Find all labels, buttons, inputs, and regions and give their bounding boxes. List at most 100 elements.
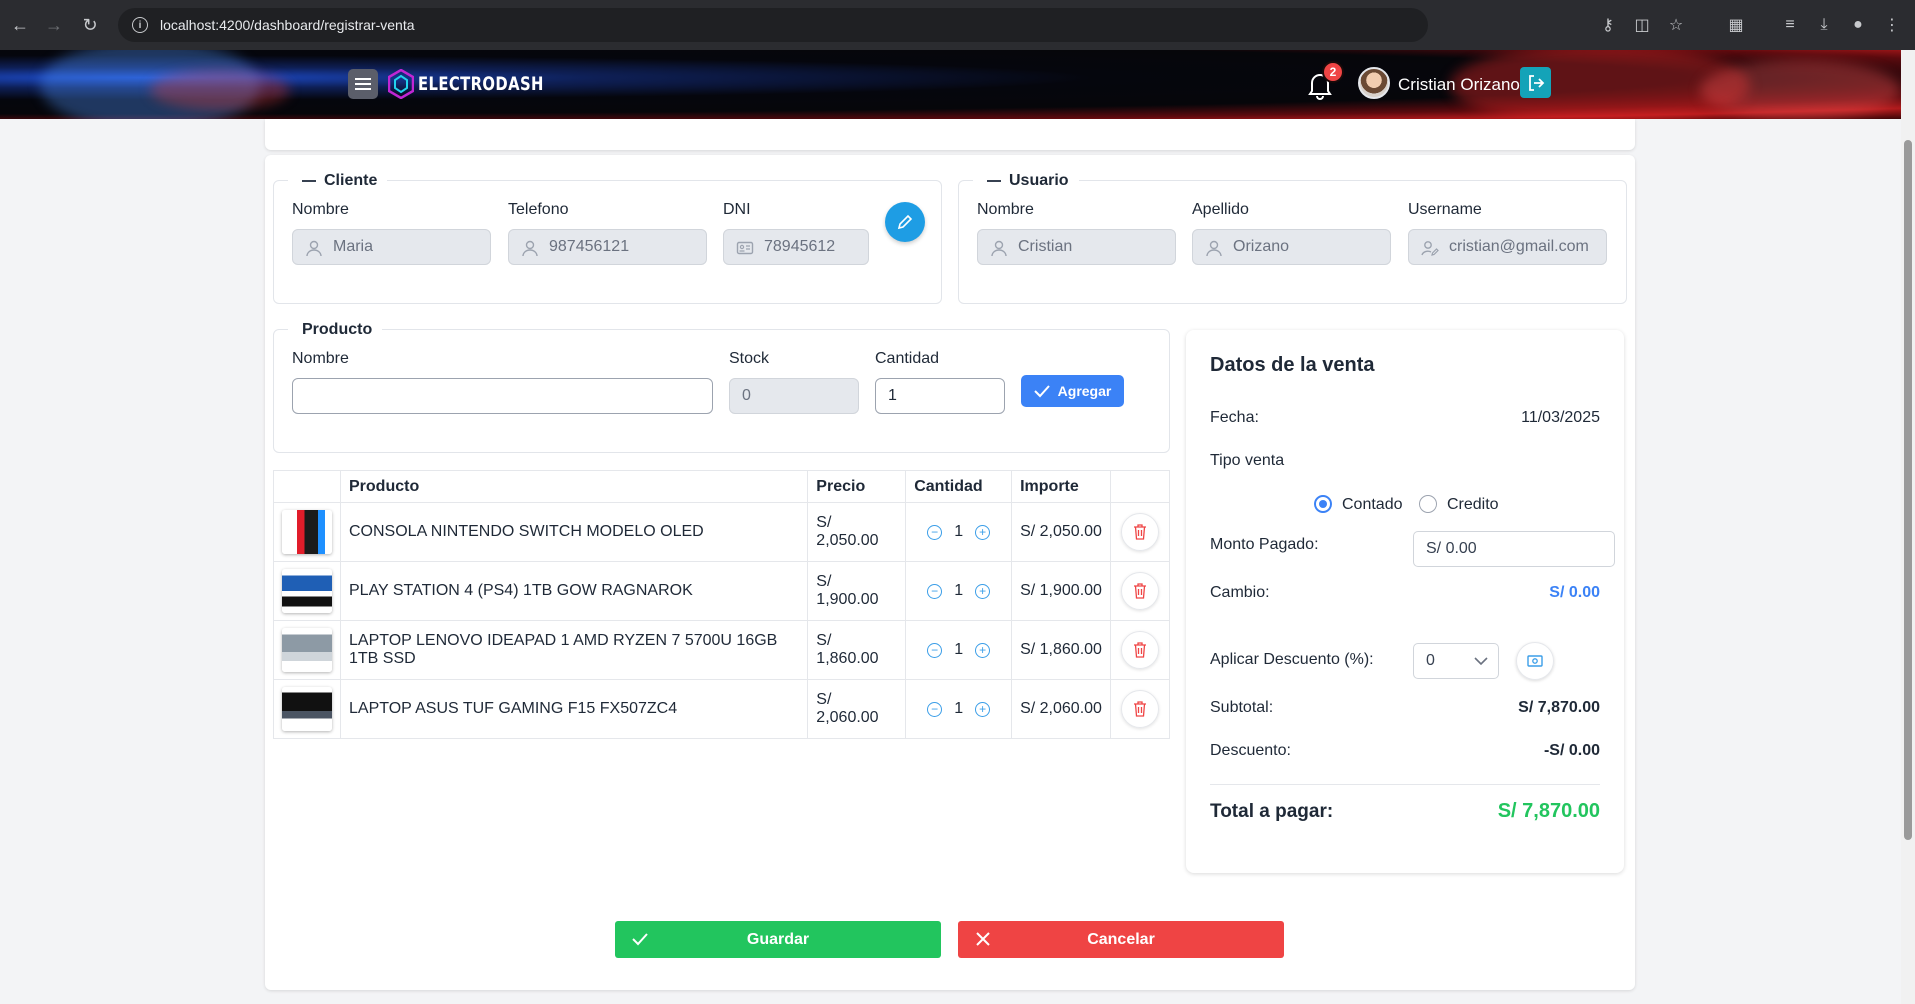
product-price: S/ 1,900.00 (807, 561, 907, 621)
cliente-dni-field[interactable]: 78945612 (723, 229, 869, 265)
translate-icon[interactable]: ◫ (1629, 8, 1655, 42)
user-name[interactable]: Cristian Orizano (1398, 75, 1520, 95)
increase-qty-icon[interactable]: + (975, 701, 991, 717)
total-label: Total a pagar: (1210, 801, 1334, 822)
usuario-apellido-label: Apellido (1192, 201, 1249, 218)
stock-field[interactable]: 0 (729, 378, 859, 414)
descuento-value: -S/ 0.00 (1543, 742, 1600, 759)
agregar-button[interactable]: Agregar (1021, 375, 1124, 407)
pencil-icon (897, 214, 913, 230)
password-key-icon[interactable]: ⚷ (1595, 8, 1621, 42)
decrease-qty-icon[interactable]: − (927, 524, 943, 540)
product-importe: S/ 1,860.00 (1011, 620, 1111, 680)
usuario-username-field[interactable]: cristian@gmail.com (1408, 229, 1607, 265)
credito-radio[interactable] (1419, 495, 1437, 513)
increase-qty-icon[interactable]: + (975, 583, 991, 599)
fecha-label: Fecha: (1210, 409, 1259, 426)
user-icon (522, 240, 538, 257)
address-bar[interactable]: i localhost:4200/dashboard/registrar-ven… (118, 8, 1428, 42)
decrease-qty-icon[interactable]: − (927, 583, 943, 599)
menu-toggle-button[interactable] (348, 69, 378, 99)
product-qty: 1 (954, 582, 964, 599)
reload-icon[interactable]: ↻ (72, 7, 108, 43)
app-header: ELECTRODASH 2 Cristian Orizano (0, 50, 1901, 119)
guardar-button[interactable]: Guardar (615, 921, 941, 958)
url-text[interactable]: localhost:4200/dashboard/registrar-venta (160, 17, 415, 33)
producto-search-input[interactable] (292, 378, 713, 414)
product-price: S/ 2,050.00 (807, 502, 907, 562)
product-price: S/ 2,060.00 (807, 679, 907, 739)
scrollbar-thumb[interactable] (1904, 140, 1912, 840)
usuario-nombre-field[interactable]: Cristian (977, 229, 1176, 265)
column-header-importe: Importe (1011, 470, 1111, 503)
product-importe: S/ 2,060.00 (1011, 679, 1111, 739)
cantidad-input[interactable]: 1 (875, 378, 1005, 414)
descuento-label: Descuento: (1210, 742, 1291, 759)
delete-row-button[interactable] (1121, 572, 1159, 610)
fecha-value: 11/03/2025 (1521, 409, 1600, 426)
trash-icon (1134, 524, 1146, 540)
top-panel (265, 119, 1635, 150)
decrease-qty-icon[interactable]: − (927, 701, 943, 717)
increase-qty-icon[interactable]: + (975, 642, 991, 658)
product-qty: 1 (954, 641, 964, 658)
edit-cliente-button[interactable] (885, 202, 925, 242)
cliente-dni-label: DNI (723, 201, 751, 218)
descuento-select[interactable]: 0 (1413, 643, 1499, 679)
product-price: S/ 1,860.00 (807, 620, 907, 680)
column-header-precio: Precio (807, 470, 907, 503)
column-header-producto: Producto (339, 470, 809, 503)
product-name: CONSOLA NINTENDO SWITCH MODELO OLED (339, 502, 809, 562)
contado-label[interactable]: Contado (1342, 496, 1403, 514)
user-icon (1206, 240, 1222, 257)
cambio-value: S/ 0.00 (1549, 584, 1600, 601)
trash-icon (1134, 583, 1146, 599)
monto-pagado-input[interactable]: S/ 0.00 (1413, 531, 1615, 567)
profile-icon[interactable]: ● (1845, 8, 1871, 42)
apply-discount-button[interactable] (1516, 642, 1554, 680)
back-icon[interactable]: ← (2, 7, 38, 43)
descuento-pct-label: Aplicar Descuento (%): (1210, 651, 1374, 668)
bookmark-star-icon[interactable]: ☆ (1663, 8, 1689, 42)
logout-icon (1528, 74, 1544, 91)
cliente-telefono-label: Telefono (508, 201, 569, 218)
subtotal-value: S/ 7,870.00 (1518, 699, 1600, 716)
producto-legend: Producto (288, 316, 383, 344)
product-image (282, 510, 332, 554)
table-row: LAPTOP LENOVO IDEAPAD 1 AMD RYZEN 7 5700… (273, 620, 1170, 680)
decrease-qty-icon[interactable]: − (927, 642, 943, 658)
cliente-telefono-field[interactable]: 987456121 (508, 229, 707, 265)
delete-row-button[interactable] (1121, 513, 1159, 551)
delete-row-button[interactable] (1121, 690, 1159, 728)
increase-qty-icon[interactable]: + (975, 524, 991, 540)
contado-radio[interactable] (1314, 495, 1332, 513)
cliente-nombre-field[interactable]: Maria (292, 229, 491, 265)
trash-icon (1134, 642, 1146, 658)
extensions-icon[interactable]: ▦ (1723, 8, 1749, 42)
usuario-apellido-field[interactable]: Orizano (1192, 229, 1391, 265)
summary-title: Datos de la venta (1210, 354, 1375, 376)
media-icon[interactable]: ≡ (1777, 8, 1803, 42)
menu-dots-icon[interactable]: ⋮ (1879, 8, 1905, 42)
page-scrollbar[interactable] (1901, 50, 1915, 1004)
column-header-image (273, 470, 341, 503)
credito-label[interactable]: Credito (1447, 496, 1499, 514)
table-row: PLAY STATION 4 (PS4) 1TB GOW RAGNAROK S/… (273, 561, 1170, 621)
stock-label: Stock (729, 350, 770, 367)
usuario-username-label: Username (1408, 201, 1482, 218)
column-header-cantidad: Cantidad (905, 470, 1013, 503)
delete-row-button[interactable] (1121, 631, 1159, 669)
site-info-icon[interactable]: i (132, 17, 148, 33)
avatar[interactable] (1358, 67, 1390, 99)
download-icon[interactable]: ⤓ (1811, 8, 1837, 42)
trash-icon (1134, 701, 1146, 717)
cancelar-button[interactable]: Cancelar (958, 921, 1284, 958)
product-name: LAPTOP LENOVO IDEAPAD 1 AMD RYZEN 7 5700… (339, 620, 809, 680)
product-name: LAPTOP ASUS TUF GAMING F15 FX507ZC4 (339, 679, 809, 739)
user-edit-icon (1421, 241, 1439, 256)
product-image (282, 687, 332, 731)
user-icon (991, 240, 1007, 257)
table-row: CONSOLA NINTENDO SWITCH MODELO OLED S/ 2… (273, 502, 1170, 562)
logout-button[interactable] (1520, 67, 1551, 98)
forward-icon[interactable]: → (36, 7, 72, 43)
